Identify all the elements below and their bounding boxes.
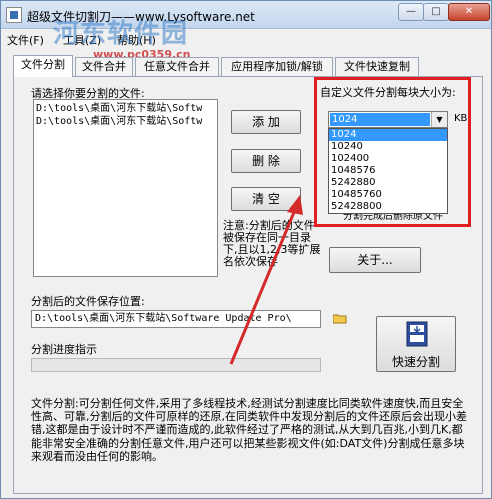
tab-app-lock[interactable]: 应用程序加锁/解锁 [221,57,333,76]
block-size-label: 自定义文件分割每块大小为: [320,86,456,99]
description-text: 文件分割:可分割任何文件,采用了多线程技术,经测试分割速度比同类软件速度快,而且… [31,397,467,463]
list-item[interactable]: D:\tools\桌面\河东下载站\Softw [36,115,215,128]
list-item[interactable]: D:\tools\桌面\河东下载站\Softw [36,102,215,115]
save-path-field[interactable]: D:\tools\桌面\河东下载站\Software Update Pro\ [31,310,321,328]
save-location-label: 分割后的文件保存位置: [31,295,145,308]
quick-split-button[interactable]: 快速分割 [376,316,456,372]
tab-split[interactable]: 文件分割 [13,55,73,77]
block-size-value: 1024 [330,113,430,126]
maximize-button[interactable]: □ [423,3,449,21]
dropdown-option[interactable]: 102400 [329,153,447,165]
dropdown-option[interactable]: 10240 [329,141,447,153]
clear-button[interactable]: 清 空 [231,187,301,211]
dropdown-option[interactable]: 52428800 [329,201,447,213]
tab-quick-copy[interactable]: 文件快速复制 [335,57,419,76]
dropdown-option[interactable]: 1048576 [329,165,447,177]
tab-any-merge[interactable]: 任意文件合并 [135,57,219,76]
size-unit-label: KB [454,113,468,124]
progress-label: 分割进度指示 [31,343,97,356]
chevron-down-icon[interactable]: ▼ [431,112,447,127]
app-window: 超级文件切割刀——www.Lysoftware.net — □ ✕ 文件(F) … [0,0,492,499]
split-file-icon [406,321,428,347]
about-button[interactable]: 关于... [329,247,421,273]
split-progress-bar [31,358,321,372]
delete-button[interactable]: 删 除 [231,149,301,173]
quick-split-label: 快速分割 [391,355,440,369]
block-size-dropdown[interactable]: 1024 10240 102400 1048576 5242880 104857… [328,128,448,214]
minimize-button[interactable]: — [398,3,424,21]
menu-file[interactable]: 文件(F) [7,32,44,48]
block-size-select[interactable]: 1024 ▼ [328,111,448,128]
file-list[interactable]: D:\tools\桌面\河东下载站\Softw D:\tools\桌面\河东下载… [33,99,218,277]
tab-merge[interactable]: 文件合并 [75,57,133,76]
dropdown-option[interactable]: 10485760 [329,189,447,201]
close-button[interactable]: ✕ [448,3,490,21]
dropdown-option[interactable]: 5242880 [329,177,447,189]
watermark-text: 河东软件园 [53,19,189,49]
folder-icon[interactable] [333,313,347,324]
split-note: 注意:分割后的文件被保存在同一目录下,且以1,2,3等扩展名依次保存 [223,219,321,268]
app-icon [6,7,22,23]
add-button[interactable]: 添 加 [231,110,301,134]
dropdown-option[interactable]: 1024 [329,129,447,141]
